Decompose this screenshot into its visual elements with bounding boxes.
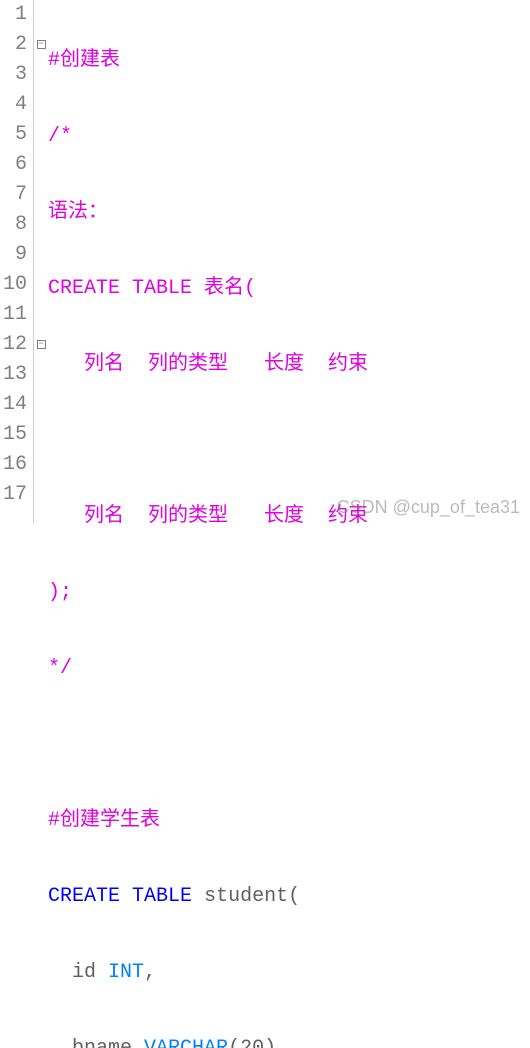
code-line[interactable] [48,426,530,456]
code-line[interactable]: 语法： [48,198,530,228]
code-line[interactable]: #创建表 [48,46,530,76]
line-number: 13 [0,360,29,390]
code-editor[interactable]: 1 2 3 4 5 6 7 8 9 10 11 12 13 14 15 16 1… [0,0,530,524]
line-number: 14 [0,390,29,420]
fold-slot [34,0,48,30]
line-number: 6 [0,150,29,180]
comment-text: 列名 列的类型 长度 约束 [48,505,368,528]
code-line[interactable]: bname VARCHAR(20), [48,1034,530,1048]
fold-slot [34,390,48,420]
fold-slot [34,300,48,330]
comment-text: 语法： [48,201,108,224]
keyword: CREATE [48,885,120,908]
fold-slot [34,120,48,150]
code-line[interactable]: CREATE TABLE 表名( [48,274,530,304]
line-number: 5 [0,120,29,150]
keyword: TABLE [132,885,192,908]
fold-slot [34,210,48,240]
fold-slot [34,240,48,270]
line-number: 17 [0,480,29,510]
punctuation: , [144,961,156,984]
identifier: id [72,961,96,984]
comment-text: #创建学生表 [48,809,160,832]
comment-text: 列名 列的类型 长度 约束 [48,353,368,376]
code-line[interactable]: 列名 列的类型 长度 约束 [48,350,530,380]
comment-text: ); [48,581,72,604]
line-number: 16 [0,450,29,480]
punctuation: ( [288,885,300,908]
line-number: 4 [0,90,29,120]
line-number: 9 [0,240,29,270]
comment-text: CREATE TABLE 表名( [48,277,256,300]
line-number: 12 [0,330,29,360]
code-line[interactable] [48,730,530,760]
fold-slot [34,450,48,480]
code-line[interactable]: id INT, [48,958,530,988]
code-line[interactable]: #创建学生表 [48,806,530,836]
fold-gutter: − − [34,0,48,524]
fold-slot [34,270,48,300]
line-number: 11 [0,300,29,330]
fold-slot [34,480,48,510]
punctuation: ( [228,1037,240,1048]
line-number: 1 [0,0,29,30]
fold-marker[interactable]: − [34,330,48,360]
identifier: bname [72,1037,132,1048]
code-line[interactable]: ); [48,578,530,608]
line-number-gutter: 1 2 3 4 5 6 7 8 9 10 11 12 13 14 15 16 1… [0,0,34,524]
code-line[interactable]: */ [48,654,530,684]
fold-slot [34,180,48,210]
watermark-text: CSDN @cup_of_tea31 [337,497,520,518]
fold-marker[interactable]: − [34,30,48,60]
code-area[interactable]: #创建表 /* 语法： CREATE TABLE 表名( 列名 列的类型 长度 … [48,0,530,524]
datatype: VARCHAR [144,1037,228,1048]
number: 20 [240,1037,264,1048]
code-line[interactable]: /* [48,122,530,152]
line-number: 7 [0,180,29,210]
line-number: 10 [0,270,29,300]
fold-slot [34,90,48,120]
punctuation: ), [264,1037,288,1048]
line-number: 8 [0,210,29,240]
comment-text: #创建表 [48,49,120,72]
line-number: 2 [0,30,29,60]
comment-text: */ [48,657,72,680]
comment-text: /* [48,125,72,148]
datatype: INT [108,961,144,984]
fold-slot [34,60,48,90]
fold-slot [34,420,48,450]
line-number: 15 [0,420,29,450]
identifier: student [204,885,288,908]
line-number: 3 [0,60,29,90]
fold-slot [34,150,48,180]
code-line[interactable]: CREATE TABLE student( [48,882,530,912]
fold-slot [34,360,48,390]
